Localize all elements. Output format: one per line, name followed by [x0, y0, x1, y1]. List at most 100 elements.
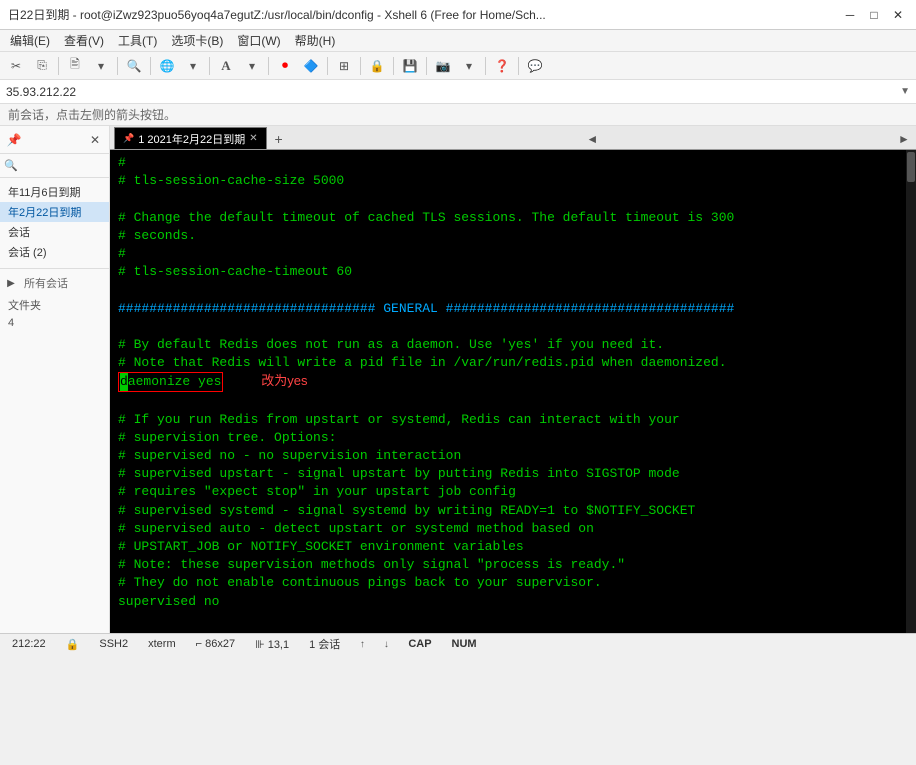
toolbar-btn-10[interactable]: 🔒 — [365, 55, 389, 77]
toolbar-btn-dropdown2[interactable]: ▾ — [181, 55, 205, 77]
maximize-button[interactable]: □ — [864, 6, 884, 24]
term-line-2: # tls-session-cache-size 5000 — [118, 172, 898, 190]
toolbar-btn-6[interactable]: A — [214, 55, 238, 77]
term-line-12: # Note that Redis will write a pid file … — [118, 354, 898, 372]
toolbar-btn-11[interactable]: 💾 — [398, 55, 422, 77]
term-line-1: # — [118, 154, 898, 172]
sidebar-divider — [0, 268, 109, 269]
toolbar-btn-dropdown3[interactable]: ▾ — [240, 55, 264, 77]
toolbar-sep-6 — [327, 57, 328, 75]
sidebar-all-sessions[interactable]: 所有会话 — [18, 273, 74, 293]
toolbar-btn-dropdown4[interactable]: ▾ — [457, 55, 481, 77]
content-area: 📌 1 2021年2月22日到期 ✕ + ◄ ► # # tls-session… — [110, 126, 916, 633]
window-controls: ─ □ ✕ — [840, 6, 908, 24]
sidebar-pin-button[interactable]: 📌 — [6, 132, 22, 148]
toolbar-btn-chat[interactable]: 💬 — [523, 55, 547, 77]
status-bar: 212:22 🔒 SSH2 xterm ⌐ 86x27 ⊪ 13,1 1 会话 … — [0, 633, 916, 655]
sidebar-item-feb[interactable]: 年2月22日到期 — [0, 202, 109, 222]
hint-text: 前会话，点击左侧的箭头按钮。 — [8, 106, 176, 123]
menu-bar: 编辑(E) 查看(V) 工具(T) 选项卡(B) 窗口(W) 帮助(H) — [0, 30, 916, 52]
term-line-19: # requires "expect stop" in your upstart… — [118, 483, 898, 501]
hint-bar: 前会话，点击左侧的箭头按钮。 — [0, 104, 916, 126]
toolbar-btn-1[interactable]: ✂ — [4, 55, 28, 77]
toolbar-btn-2[interactable]: ⎘ — [30, 55, 54, 77]
toolbar-btn-8[interactable]: 🔷 — [299, 55, 323, 77]
sidebar-item-session2[interactable]: 会话 (2) — [0, 242, 109, 262]
term-line-7: # tls-session-cache-timeout 60 — [118, 263, 898, 281]
sidebar-header: 📌 ✕ — [0, 126, 109, 154]
sidebar: 📌 ✕ 🔍 年11月6日到期 年2月22日到期 会话 会话 (2) ▶ 所有会话… — [0, 126, 110, 633]
status-protocol: SSH2 — [93, 638, 134, 650]
term-line-daemonize: daemonize yes 改为yes — [118, 372, 898, 392]
terminal-scrollbar[interactable] — [906, 150, 916, 633]
term-line-15: # If you run Redis from upstart or syste… — [118, 411, 898, 429]
toolbar-btn-7[interactable]: ⏺ — [273, 55, 297, 77]
tab-close-0[interactable]: ✕ — [249, 133, 257, 144]
toolbar-sep-8 — [393, 57, 394, 75]
term-line-4: # Change the default timeout of cached T… — [118, 209, 898, 227]
status-encoding: xterm — [142, 638, 182, 650]
sidebar-folder-count: 4 — [0, 315, 109, 331]
term-line-20: # supervised systemd - signal systemd by… — [118, 502, 898, 520]
daemonize-box: daemonize yes — [118, 372, 223, 392]
term-line-21: # supervised auto - detect upstart or sy… — [118, 520, 898, 538]
address-dropdown[interactable]: ▼ — [900, 86, 910, 97]
menu-help[interactable]: 帮助(H) — [289, 30, 342, 51]
tab-bar: 📌 1 2021年2月22日到期 ✕ + ◄ ► — [110, 126, 916, 150]
term-line-16: # supervision tree. Options: — [118, 429, 898, 447]
toolbar-sep-2 — [117, 57, 118, 75]
tab-0[interactable]: 📌 1 2021年2月22日到期 ✕ — [114, 127, 267, 149]
search-icon: 🔍 — [4, 159, 18, 172]
toolbar-btn-9[interactable]: ⊞ — [332, 55, 356, 77]
tab-nav-right[interactable]: ► — [896, 129, 912, 149]
term-line-blank1 — [118, 392, 898, 410]
title-bar: 日22日到期 - root@iZwz923puo56yoq4a7egutZ:/u… — [0, 0, 916, 30]
scrollbar-thumb[interactable] — [907, 152, 915, 182]
menu-tab[interactable]: 选项卡(B) — [165, 30, 229, 51]
menu-view[interactable]: 查看(V) — [58, 30, 110, 51]
minimize-button[interactable]: ─ — [840, 6, 860, 24]
tab-nav-left[interactable]: ◄ — [584, 129, 600, 149]
term-line-5: # seconds. — [118, 227, 898, 245]
toolbar-btn-5[interactable]: 🌐 — [155, 55, 179, 77]
sidebar-sessions: 年11月6日到期 年2月22日到期 会话 会话 (2) — [0, 178, 109, 266]
status-datetime: 212:22 — [6, 638, 52, 650]
close-button[interactable]: ✕ — [888, 6, 908, 24]
menu-edit[interactable]: 编辑(E) — [4, 30, 56, 51]
toolbar-sep-1 — [58, 57, 59, 75]
sidebar-search-container: 🔍 — [0, 154, 109, 178]
status-sessions: 1 会话 — [303, 636, 346, 652]
term-line-18: # supervised upstart - signal upstart by… — [118, 465, 898, 483]
toolbar-btn-4[interactable]: 🔍 — [122, 55, 146, 77]
sidebar-item-nov[interactable]: 年11月6日到期 — [0, 182, 109, 202]
address-bar: 35.93.212.22 ▼ — [0, 80, 916, 104]
menu-window[interactable]: 窗口(W) — [231, 30, 286, 51]
status-down-button[interactable]: ↓ — [378, 636, 394, 652]
status-up-button[interactable]: ↑ — [354, 636, 370, 652]
term-line-22: # UPSTART_JOB or NOTIFY_SOCKET environme… — [118, 538, 898, 556]
toolbar-btn-dropdown[interactable]: ▾ — [89, 55, 113, 77]
toolbar-btn-3[interactable]: 🖹 — [63, 55, 87, 77]
address-text: 35.93.212.22 — [6, 85, 900, 99]
window-title: 日22日到期 - root@iZwz923puo56yoq4a7egutZ:/u… — [8, 6, 840, 23]
tab-pin-icon: 📌 — [123, 133, 134, 144]
sidebar-expand-icon[interactable]: ▶ — [4, 276, 18, 290]
terminal[interactable]: # # tls-session-cache-size 5000 # Change… — [110, 150, 906, 633]
toolbar-btn-help[interactable]: ❓ — [490, 55, 514, 77]
toolbar-sep-5 — [268, 57, 269, 75]
toolbar-sep-11 — [518, 57, 519, 75]
sidebar-close-button[interactable]: ✕ — [87, 132, 103, 148]
term-line-24: # They do not enable continuous pings ba… — [118, 574, 898, 592]
sidebar-item-session[interactable]: 会话 — [0, 222, 109, 242]
new-tab-button[interactable]: + — [269, 129, 289, 149]
term-line-17: # supervised no - no supervision interac… — [118, 447, 898, 465]
term-line-10 — [118, 318, 898, 336]
toolbar-sep-3 — [150, 57, 151, 75]
status-dimensions: ⌐ 86x27 — [190, 638, 241, 650]
main-body: 📌 ✕ 🔍 年11月6日到期 年2月22日到期 会话 会话 (2) ▶ 所有会话… — [0, 126, 916, 633]
tab-label-0: 1 2021年2月22日到期 — [138, 131, 245, 147]
toolbar-btn-camera[interactable]: 📷 — [431, 55, 455, 77]
menu-tools[interactable]: 工具(T) — [112, 30, 163, 51]
sidebar-search-input[interactable] — [20, 160, 105, 172]
term-line-9: ################################# GENERA… — [118, 300, 898, 318]
